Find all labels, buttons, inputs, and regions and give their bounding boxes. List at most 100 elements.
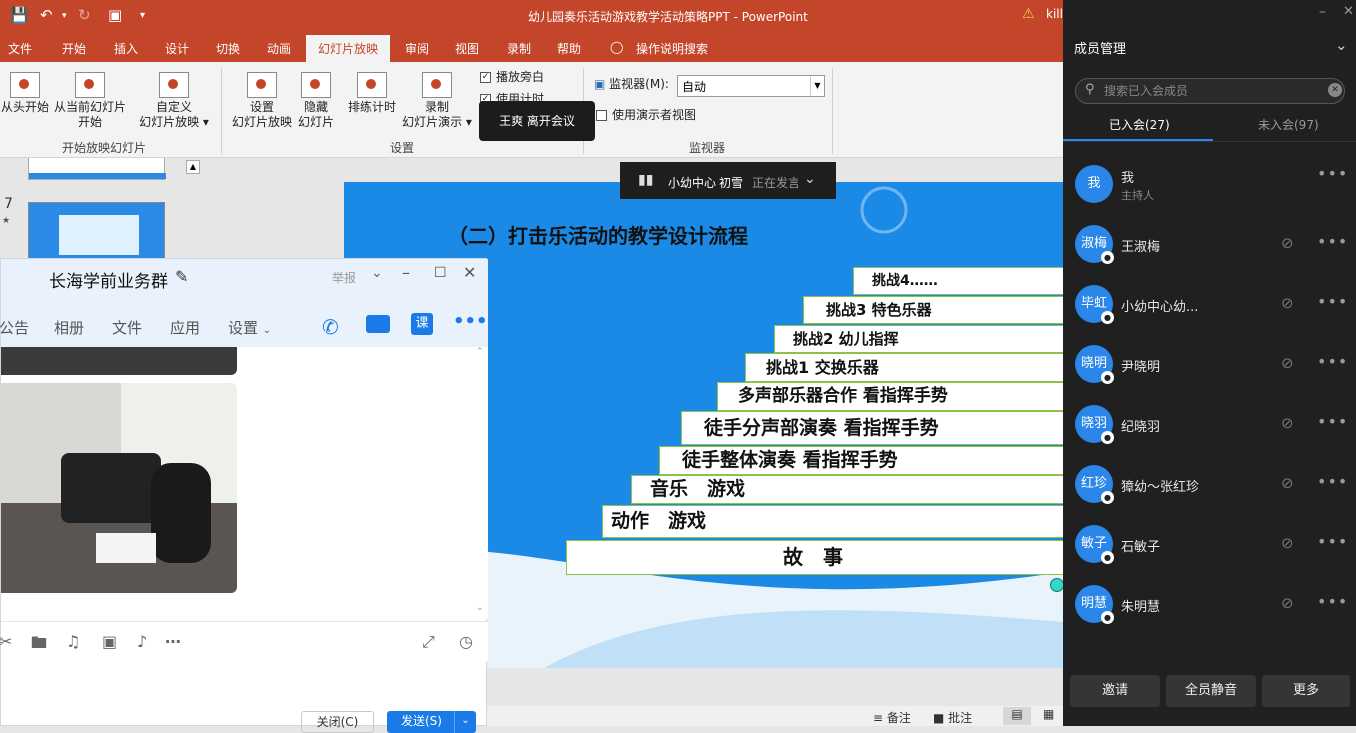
save-icon[interactable]: 💾	[10, 6, 29, 24]
report-link[interactable]: 举报	[332, 269, 356, 286]
invite-button[interactable]: 邀请	[1070, 675, 1160, 707]
shared-photo[interactable]	[1, 383, 237, 593]
send-button[interactable]: 发送(S) ⌄	[387, 711, 476, 733]
tab-insert[interactable]: 插入	[114, 40, 138, 57]
presenter-view-checkbox[interactable]: 使用演示者视图	[596, 108, 696, 123]
more-icon[interactable]: •••	[1317, 592, 1348, 611]
slideshow-icon[interactable]: ▣	[108, 6, 122, 24]
tab-slideshow[interactable]: 幻灯片放映	[306, 35, 391, 62]
minimize-icon[interactable]: –	[1319, 4, 1326, 20]
scissors-icon[interactable]: ✂	[0, 632, 12, 651]
member-search[interactable]: ⚲ ✕	[1075, 78, 1345, 104]
image-icon[interactable]: ▣	[102, 632, 117, 651]
close-button[interactable]: 关闭(C)	[301, 711, 374, 733]
mute-all-button[interactable]: 全员静音	[1166, 675, 1256, 707]
clear-icon[interactable]: ✕	[1328, 83, 1342, 97]
monitor-select[interactable]: 自动 ▼	[677, 75, 825, 97]
tab-file[interactable]: 文件	[8, 40, 32, 57]
more-icon[interactable]: •••	[1317, 352, 1348, 371]
more-icon[interactable]: •••	[453, 311, 488, 332]
member-row[interactable]: 敏子 ● 石敏子 ⊘ •••	[1063, 518, 1356, 574]
more-icon[interactable]: ⋯	[165, 632, 181, 651]
maximize-icon[interactable]: ☐	[434, 265, 447, 281]
tab-view[interactable]: 视图	[455, 40, 479, 57]
comments-button[interactable]: ■ 批注	[933, 709, 972, 726]
expand-icon[interactable]: ⤢	[422, 632, 435, 652]
chat-messages[interactable]: ⌃ ⌄	[1, 347, 488, 619]
scroll-down-icon[interactable]: ⌄	[476, 603, 484, 613]
normal-view-icon[interactable]: ▤	[1003, 707, 1031, 725]
chevron-down-icon[interactable]: ▾	[62, 11, 67, 21]
tab-announcement[interactable]: 公告	[0, 317, 29, 338]
scroll-up-icon[interactable]: ⌃	[476, 347, 484, 357]
customize-icon[interactable]: ▾	[140, 10, 145, 21]
close-icon[interactable]: ✕	[463, 263, 476, 282]
more-icon[interactable]: •••	[1317, 164, 1348, 183]
more-icon[interactable]: •••	[1317, 232, 1348, 251]
tab-transitions[interactable]: 切换	[216, 40, 240, 57]
scroll-up-icon[interactable]: ▲	[186, 160, 200, 174]
chevron-down-icon[interactable]: ⌄	[1335, 36, 1348, 54]
tab-apps[interactable]: 应用	[170, 317, 200, 338]
more-icon[interactable]: •••	[1317, 532, 1348, 551]
play-narration-checkbox[interactable]: ✓ 播放旁白	[480, 70, 544, 85]
more-icon[interactable]: •••	[1317, 412, 1348, 431]
bell-icon[interactable]: ♪	[137, 632, 147, 651]
tab-review[interactable]: 审阅	[405, 40, 429, 57]
chevron-down-icon[interactable]: ⌄	[454, 711, 476, 733]
shared-photo[interactable]	[1, 347, 237, 375]
active-speaker-bar[interactable]: ▮▮ 小幼中心 初雪 正在发言 ⌄	[620, 162, 836, 199]
more-button[interactable]: 更多	[1262, 675, 1350, 707]
chevron-down-icon[interactable]: ⌄	[371, 265, 383, 281]
tab-album[interactable]: 相册	[54, 317, 84, 338]
tab-settings[interactable]: 设置 ⌄	[228, 317, 271, 338]
mic-muted-icon[interactable]: ⊘	[1281, 474, 1294, 492]
member-row[interactable]: 明慧 ● 朱明慧 ⊘ •••	[1063, 578, 1356, 634]
member-row[interactable]: 淑梅 ● 王淑梅 ⊘ •••	[1063, 218, 1356, 274]
custom-slideshow-button[interactable]: 自定义 幻灯片放映 ▾	[138, 72, 210, 130]
tell-me-search[interactable]: 操作说明搜索	[636, 40, 708, 57]
member-row[interactable]: 毕虹 ● 小幼中心幼... ⊘ •••	[1063, 278, 1356, 334]
slide-thumbnail-7[interactable]	[28, 202, 165, 263]
chevron-down-icon[interactable]: ⌄	[804, 171, 816, 187]
slide-sorter-icon[interactable]: ▦	[1043, 707, 1054, 721]
member-row[interactable]: 晓羽 ● 纪晓羽 ⊘ •••	[1063, 398, 1356, 454]
folder-icon[interactable]: 🖿	[31, 632, 47, 659]
minimize-icon[interactable]: –	[402, 263, 410, 282]
mic-muted-icon[interactable]: ⊘	[1281, 354, 1294, 372]
tab-help[interactable]: 帮助	[557, 40, 581, 57]
hide-slide-button[interactable]: 隐藏 幻灯片	[296, 72, 336, 130]
tab-record[interactable]: 录制	[507, 40, 531, 57]
music-icon[interactable]: ♫	[66, 632, 80, 651]
selection-handle[interactable]	[1050, 578, 1063, 592]
member-row[interactable]: 我 我 主持人 •••	[1063, 158, 1356, 214]
mic-muted-icon[interactable]: ⊘	[1281, 234, 1294, 252]
from-start-button[interactable]: 从头开始	[0, 72, 50, 115]
history-icon[interactable]: ◷	[459, 632, 473, 651]
tab-files[interactable]: 文件	[112, 317, 142, 338]
notes-button[interactable]: ≡ 备注	[873, 709, 911, 726]
setup-slideshow-button[interactable]: 设置 幻灯片放映	[230, 72, 294, 130]
phone-icon[interactable]: ✆	[322, 315, 339, 339]
tab-animations[interactable]: 动画	[267, 40, 291, 57]
close-icon[interactable]: ✕	[1343, 4, 1354, 19]
undo-icon[interactable]: ↶	[40, 6, 53, 24]
slide-thumbnail-6[interactable]	[28, 158, 166, 180]
record-slideshow-button[interactable]: 录制 幻灯片演示 ▾	[400, 72, 474, 130]
mic-muted-icon[interactable]: ⊘	[1281, 294, 1294, 312]
tab-not-joined[interactable]: 未入会(97)	[1258, 116, 1319, 133]
mic-muted-icon[interactable]: ⊘	[1281, 594, 1294, 612]
tab-design[interactable]: 设计	[165, 40, 189, 57]
member-row[interactable]: 红珍 ● 獐幼～张红珍 ⊘ •••	[1063, 458, 1356, 514]
class-icon[interactable]: 课	[411, 313, 433, 335]
member-search-input[interactable]	[1104, 82, 1326, 100]
from-current-button[interactable]: 从当前幻灯片 开始	[52, 72, 128, 130]
mic-muted-icon[interactable]: ⊘	[1281, 414, 1294, 432]
tab-home[interactable]: 开始	[62, 40, 86, 57]
rehearse-timings-button[interactable]: 排练计时	[346, 72, 398, 115]
more-icon[interactable]: •••	[1317, 292, 1348, 311]
tab-joined[interactable]: 已入会(27)	[1109, 116, 1170, 133]
more-icon[interactable]: •••	[1317, 472, 1348, 491]
edit-icon[interactable]: ✎	[175, 267, 188, 286]
member-row[interactable]: 晓明 ● 尹晓明 ⊘ •••	[1063, 338, 1356, 394]
